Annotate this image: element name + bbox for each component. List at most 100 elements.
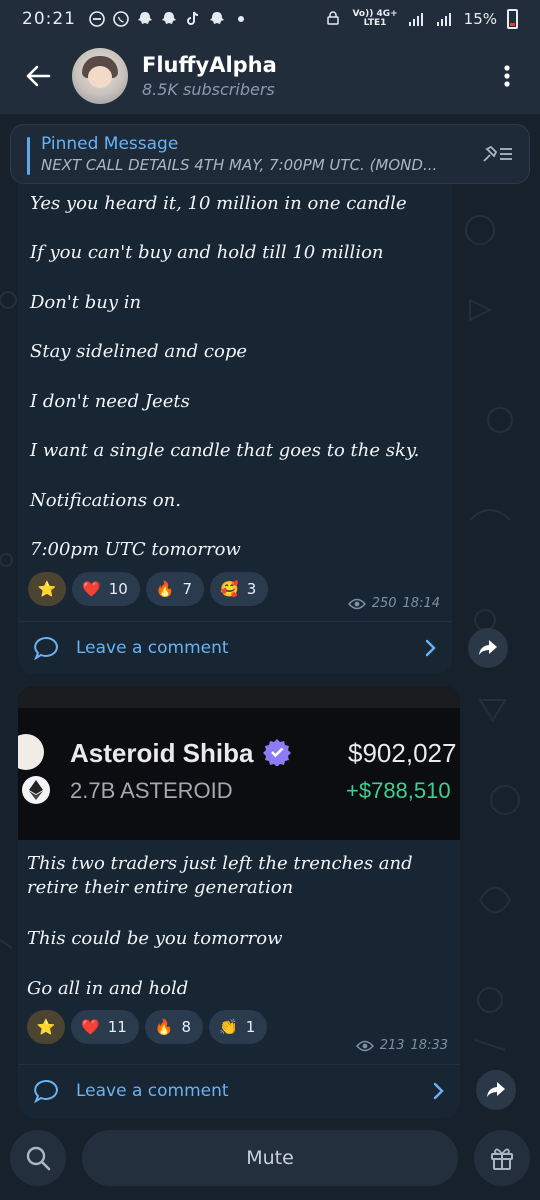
reaction-count: 8	[181, 1018, 192, 1036]
channel-title-block[interactable]: FluffyAlpha 8.5K subscribers	[142, 53, 277, 99]
reaction-count: 10	[108, 580, 128, 598]
views-eye-icon	[347, 598, 366, 609]
reactions-bar: ⭐ ❤️ 10 🔥 7 🥰 3	[28, 572, 269, 606]
comment-bubble-icon	[34, 1079, 58, 1103]
back-arrow-icon	[26, 65, 51, 87]
signal-icon-2	[436, 10, 454, 28]
ethereum-icon	[22, 776, 50, 804]
heart-emoji: ❤️	[82, 580, 101, 598]
back-button[interactable]	[18, 56, 58, 96]
channel-avatar[interactable]	[72, 48, 128, 104]
pinned-title: Pinned Message	[41, 134, 179, 154]
message-paragraph: Yes you heard it, 10 million in one cand…	[30, 193, 407, 214]
dot-icon	[232, 10, 250, 28]
tiktok-icon	[184, 10, 202, 28]
reaction-count: 11	[107, 1018, 127, 1036]
more-menu-button[interactable]	[492, 56, 522, 96]
token-gain: +$788,510	[346, 778, 451, 803]
message-paragraph: If you can't buy and hold till 10 millio…	[30, 242, 384, 263]
snapchat-icon-2	[160, 10, 178, 28]
search-icon	[26, 1146, 51, 1171]
pinned-list-button[interactable]	[479, 139, 515, 169]
reaction-clap[interactable]: 👏 1	[209, 1010, 268, 1044]
clap-emoji: 👏	[219, 1018, 238, 1036]
reaction-love[interactable]: 🥰 3	[210, 572, 269, 606]
network-label: Vo)) 4G+ LTE1	[352, 10, 397, 28]
pin-list-icon	[483, 145, 512, 162]
channel-header: FluffyAlpha 8.5K subscribers	[0, 38, 540, 114]
views-eye-icon	[355, 1040, 374, 1051]
reaction-fire[interactable]: 🔥 7	[145, 572, 205, 606]
message-paragraph: Go all in and hold	[27, 978, 189, 999]
heart-emoji: ❤️	[81, 1018, 100, 1036]
message-bubble-1[interactable]: Yes you heard it, 10 million in one cand…	[18, 184, 452, 674]
view-count: 250	[371, 596, 397, 611]
subscriber-count: 8.5K subscribers	[142, 80, 275, 99]
chevron-right-icon	[433, 1082, 444, 1099]
message-time: 18:14	[402, 596, 440, 611]
star-emoji: ⭐	[36, 1018, 56, 1036]
reaction-fire[interactable]: 🔥 8	[144, 1010, 204, 1044]
whatsapp-icon	[112, 10, 130, 28]
fire-emoji: 🔥	[154, 1018, 174, 1036]
chevron-right-icon	[425, 639, 436, 656]
battery-percent: 15%	[463, 10, 497, 28]
reaction-count: 7	[182, 580, 193, 598]
message-paragraph: Don't buy in	[30, 292, 142, 313]
search-button[interactable]	[10, 1130, 66, 1186]
message-bubble-2[interactable]: Asteroid Shiba 2.7B ASTEROID $902,027 +$…	[18, 686, 460, 1118]
message-meta: 213 18:33	[355, 1038, 448, 1053]
pinned-text-block: Pinned Message NEXT CALL DETAILS 4TH MAY…	[41, 134, 479, 174]
pinned-message-bar[interactable]: Pinned Message NEXT CALL DETAILS 4TH MAY…	[10, 124, 530, 184]
pinned-indicator	[27, 137, 30, 175]
reaction-star[interactable]: ⭐	[27, 1010, 65, 1044]
message-paragraph: Stay sidelined and cope	[30, 341, 248, 362]
reaction-heart[interactable]: ❤️ 10	[72, 572, 140, 606]
pinned-preview: NEXT CALL DETAILS 4TH MAY, 7:00PM UTC. (…	[41, 156, 438, 174]
comment-bubble-icon	[34, 636, 58, 660]
reaction-heart[interactable]: ❤️ 11	[71, 1010, 139, 1044]
reaction-star[interactable]: ⭐	[28, 572, 66, 606]
network-bottom: LTE1	[363, 18, 387, 28]
token-usd-value: $902,027	[348, 738, 457, 768]
gift-button[interactable]	[474, 1130, 530, 1186]
status-right: Vo)) 4G+ LTE1 15%	[324, 9, 518, 29]
status-time: 20:21	[22, 9, 76, 29]
star-emoji: ⭐	[37, 580, 57, 598]
snapchat-icon-3	[208, 10, 226, 28]
reaction-count: 1	[245, 1018, 256, 1036]
message-paragraph: Notifications on.	[30, 490, 181, 511]
view-count: 213	[379, 1038, 405, 1053]
message-paragraph: This two traders just left the trenches …	[27, 853, 413, 898]
forward-button[interactable]	[476, 1070, 516, 1110]
forward-button[interactable]	[468, 628, 508, 668]
message-image[interactable]: Asteroid Shiba 2.7B ASTEROID $902,027 +$…	[18, 686, 460, 840]
channel-name: FluffyAlpha	[142, 53, 277, 77]
signal-icon	[408, 10, 426, 28]
token-amount: 2.7B ASTEROID	[70, 778, 233, 803]
status-bar: 20:21 Vo)) 4G+ LTE1 15%	[0, 0, 540, 38]
reaction-count: 3	[246, 580, 257, 598]
message-meta: 250 18:14	[347, 596, 440, 611]
forward-arrow-icon	[487, 1082, 505, 1097]
fire-emoji: 🔥	[155, 580, 175, 598]
bottom-bar: Mute	[0, 1118, 540, 1200]
snapchat-icon	[136, 10, 154, 28]
leave-comment-row[interactable]: Leave a comment	[18, 1064, 460, 1116]
leave-comment-label: Leave a comment	[76, 1080, 229, 1101]
message-paragraph: I want a single candle that goes to the …	[30, 440, 420, 461]
forward-arrow-icon	[479, 640, 497, 655]
verified-badge-icon	[263, 739, 291, 766]
battery-icon	[507, 9, 518, 29]
token-name: Asteroid Shiba	[70, 738, 254, 768]
leave-comment-row[interactable]: Leave a comment	[18, 621, 452, 673]
reactions-bar: ⭐ ❤️ 11 🔥 8 👏 1	[27, 1010, 268, 1044]
message-paragraph: 7:00pm UTC tomorrow	[30, 539, 241, 560]
notification-icons	[88, 10, 250, 28]
message-paragraph: This could be you tomorrow	[27, 928, 283, 949]
kebab-icon	[504, 65, 510, 87]
love-emoji: 🥰	[220, 580, 239, 598]
token-logo	[18, 734, 44, 770]
message-time: 18:33	[410, 1038, 448, 1053]
mute-button[interactable]: Mute	[82, 1130, 458, 1186]
